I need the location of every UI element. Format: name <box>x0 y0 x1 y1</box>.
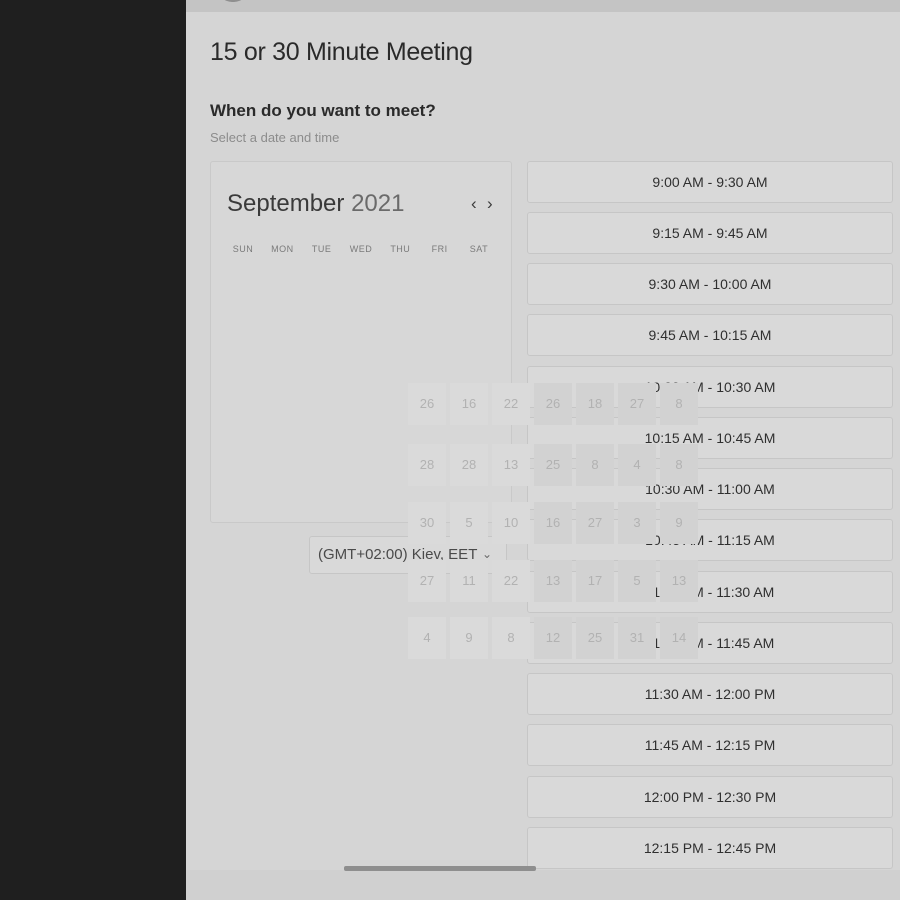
date-cell[interactable]: 27 <box>618 383 656 425</box>
date-cell[interactable]: 26 <box>534 383 572 425</box>
date-cell[interactable]: 27 <box>408 560 446 602</box>
left-rail <box>0 0 186 900</box>
date-cell[interactable]: 16 <box>534 502 572 544</box>
page-title: 15 or 30 Minute Meeting <box>210 38 473 66</box>
date-cell[interactable]: 13 <box>660 560 698 602</box>
date-cell[interactable]: 13 <box>492 444 530 486</box>
weekday-label: FRI <box>431 244 448 254</box>
avatar[interactable] <box>218 0 248 2</box>
date-cell[interactable]: 22 <box>492 383 530 425</box>
date-cell[interactable]: 27 <box>576 502 614 544</box>
date-cell[interactable]: 26 <box>408 383 446 425</box>
weekday-label: WED <box>349 244 373 254</box>
calendar-month-label: September 2021 <box>227 190 404 218</box>
weekday-label: SUN <box>232 244 254 254</box>
date-cell[interactable]: 14 <box>660 617 698 659</box>
chevron-left-icon[interactable]: ‹ <box>471 194 477 214</box>
time-slot-button[interactable]: 9:00 AM - 9:30 AM <box>527 161 893 203</box>
section-heading: When do you want to meet? <box>210 101 436 120</box>
date-cell[interactable]: 28 <box>450 444 488 486</box>
time-slot-button[interactable]: 12:00 PM - 12:30 PM <box>527 776 893 818</box>
calendar-month: September <box>227 190 345 217</box>
date-cell[interactable]: 4 <box>618 444 656 486</box>
date-cell[interactable]: 28 <box>408 444 446 486</box>
date-cell[interactable]: 8 <box>660 444 698 486</box>
date-cell[interactable]: 31 <box>618 617 656 659</box>
date-cell[interactable]: 13 <box>534 560 572 602</box>
weekday-label: TUE <box>311 244 332 254</box>
date-cell[interactable]: 8 <box>492 617 530 659</box>
date-cell[interactable]: 3 <box>618 502 656 544</box>
weekday-header: SUN MON TUE WED THU FRI SAT <box>225 244 497 254</box>
time-slot-button[interactable]: 9:15 AM - 9:45 AM <box>527 212 893 254</box>
chevron-right-icon[interactable]: › <box>487 194 493 214</box>
date-cell[interactable]: 11 <box>450 560 488 602</box>
date-cell[interactable]: 18 <box>576 383 614 425</box>
date-cell[interactable]: 8 <box>660 383 698 425</box>
date-cell[interactable]: 5 <box>618 560 656 602</box>
scrollbar-thumb[interactable] <box>344 866 536 871</box>
time-slot-button[interactable]: 11:30 AM - 12:00 PM <box>527 673 893 715</box>
date-cell[interactable]: 12 <box>534 617 572 659</box>
date-cell[interactable]: 5 <box>450 502 488 544</box>
date-cell[interactable]: 25 <box>534 444 572 486</box>
date-cell[interactable]: 4 <box>408 617 446 659</box>
date-cell[interactable]: 9 <box>660 502 698 544</box>
time-slot-button[interactable]: 9:45 AM - 10:15 AM <box>527 314 893 356</box>
weekday-label: MON <box>271 244 294 254</box>
weekday-label: SAT <box>469 244 489 254</box>
time-slot-button[interactable]: 11:45 AM - 12:15 PM <box>527 724 893 766</box>
bottom-bar <box>186 870 900 900</box>
date-cell[interactable]: 22 <box>492 560 530 602</box>
weekday-label: THU <box>390 244 411 254</box>
calendar-year: 2021 <box>351 190 405 217</box>
calendar-date-overlay: 26 16 22 26 18 27 8 28 28 13 25 8 4 8 30… <box>408 383 698 661</box>
top-bar <box>186 0 900 12</box>
date-cell[interactable]: 9 <box>450 617 488 659</box>
section-hint: Select a date and time <box>210 130 340 145</box>
date-cell[interactable]: 16 <box>450 383 488 425</box>
time-slot-button[interactable]: 9:30 AM - 10:00 AM <box>527 263 893 305</box>
date-cell[interactable]: 17 <box>576 560 614 602</box>
time-slot-button[interactable]: 12:15 PM - 12:45 PM <box>527 827 893 869</box>
date-cell[interactable]: 30 <box>408 502 446 544</box>
date-cell[interactable]: 25 <box>576 617 614 659</box>
date-cell[interactable]: 8 <box>576 444 614 486</box>
date-cell[interactable]: 10 <box>492 502 530 544</box>
